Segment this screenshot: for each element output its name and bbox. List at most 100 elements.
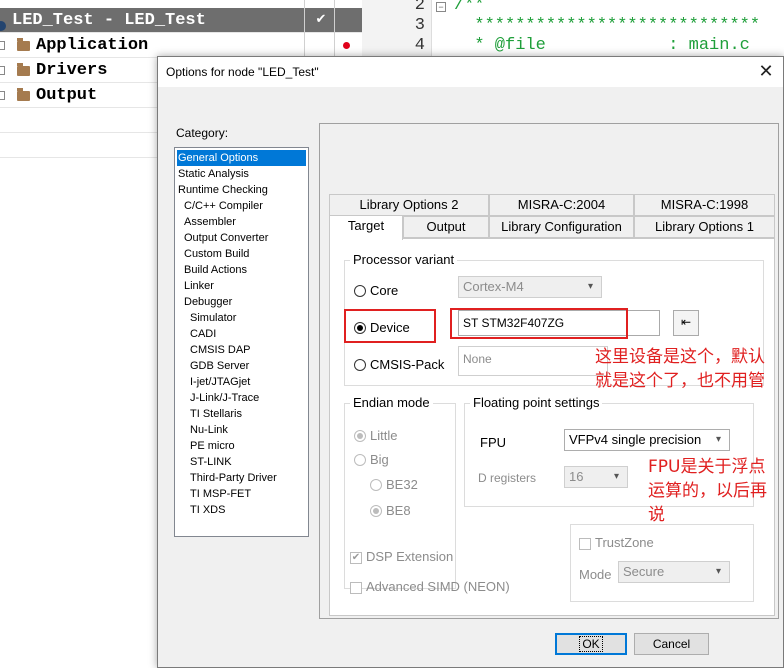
- ok-button[interactable]: OK: [555, 633, 627, 655]
- fpu-select[interactable]: VFPv4 single precision ▾: [564, 429, 730, 451]
- trustzone-label: TrustZone: [595, 535, 654, 550]
- category-item[interactable]: CADI: [189, 326, 217, 342]
- d-registers-select[interactable]: 16 ▾: [564, 466, 628, 488]
- cmsis-pack-field[interactable]: None: [458, 346, 608, 376]
- category-item[interactable]: Output Converter: [183, 230, 269, 246]
- target-page: Processor variant Core Cortex-M4 ▾ Devic…: [329, 238, 775, 616]
- category-item[interactable]: Runtime Checking: [177, 182, 269, 198]
- category-item[interactable]: Static Analysis: [177, 166, 250, 182]
- tab-library-configuration[interactable]: Library Configuration: [489, 216, 634, 238]
- group-title: Endian mode: [350, 395, 433, 410]
- category-item[interactable]: Assembler: [183, 214, 237, 230]
- code-line: /**: [454, 0, 485, 15]
- fold-icon[interactable]: −: [436, 2, 446, 12]
- category-item[interactable]: ST-LINK: [189, 454, 233, 470]
- tree-row-project[interactable]: LED_Test - LED_Test ✔: [0, 8, 362, 33]
- core-label: Core: [370, 283, 399, 298]
- advanced-simd-checkbox[interactable]: [350, 582, 362, 594]
- little-endian-radio[interactable]: [354, 430, 366, 442]
- tab-output[interactable]: Output: [403, 216, 489, 238]
- big-endian-radio[interactable]: [354, 454, 366, 466]
- category-label: Category:: [176, 126, 229, 140]
- category-item[interactable]: Debugger: [183, 294, 233, 310]
- core-select[interactable]: Cortex-M4 ▾: [458, 276, 602, 298]
- cancel-button[interactable]: Cancel: [634, 633, 709, 655]
- category-item[interactable]: Nu-Link: [189, 422, 229, 438]
- tab-misra-1998[interactable]: MISRA-C:1998: [634, 194, 775, 216]
- tab-library-options-2[interactable]: Library Options 2: [329, 194, 489, 216]
- cmsis-pack-radio[interactable]: [354, 359, 366, 371]
- tree-row-application[interactable]: Application: [0, 33, 362, 58]
- category-item[interactable]: C/C++ Compiler: [183, 198, 264, 214]
- dialog-titlebar[interactable]: Options for node "LED_Test" ✕: [158, 57, 783, 87]
- category-list[interactable]: General Options Static Analysis Runtime …: [174, 147, 309, 537]
- line-number: 4: [414, 36, 425, 55]
- category-item[interactable]: TI XDS: [189, 502, 226, 518]
- device-picker-icon[interactable]: ⇤: [673, 310, 699, 336]
- folder-name: Application: [36, 36, 149, 55]
- folder-name: Drivers: [36, 61, 108, 80]
- tab-library-options-1[interactable]: Library Options 1: [634, 216, 775, 238]
- options-dialog: Options for node "LED_Test" ✕ Category: …: [157, 56, 784, 668]
- group-title: Processor variant: [350, 252, 458, 267]
- category-item[interactable]: TI Stellaris: [189, 406, 243, 422]
- category-item[interactable]: Third-Party Driver: [189, 470, 278, 486]
- d-registers-label: D registers: [478, 471, 537, 485]
- category-item[interactable]: Linker: [183, 278, 215, 294]
- expand-icon[interactable]: [0, 91, 5, 100]
- close-icon[interactable]: ✕: [749, 57, 783, 87]
- folder-icon: [17, 38, 30, 51]
- project-icon: [0, 21, 6, 31]
- cmsis-pack-value: None: [463, 352, 492, 366]
- project-name: LED_Test - LED_Test: [12, 11, 206, 30]
- tab-misra-2004[interactable]: MISRA-C:2004: [489, 194, 634, 216]
- category-item[interactable]: Custom Build: [183, 246, 250, 262]
- mode-label: Mode: [579, 567, 612, 582]
- category-item[interactable]: CMSIS DAP: [189, 342, 252, 358]
- chevron-down-icon: ▾: [587, 281, 593, 292]
- code-line: ****************************: [454, 16, 761, 35]
- be32-label: BE32: [386, 477, 418, 492]
- fpu-value: VFPv4 single precision: [569, 432, 702, 447]
- category-item[interactable]: Simulator: [189, 310, 237, 326]
- line-number: 3: [414, 16, 425, 35]
- category-item[interactable]: GDB Server: [189, 358, 250, 374]
- chevron-down-icon: ▾: [715, 566, 721, 577]
- big-endian-label: Big: [370, 452, 389, 467]
- modified-dot-icon: [343, 42, 350, 49]
- core-value: Cortex-M4: [463, 279, 524, 294]
- chevron-down-icon: ▾: [613, 471, 619, 482]
- category-item[interactable]: I-jet/JTAGjet: [189, 374, 251, 390]
- fpu-annotation: FPU是关于浮点运算的，以后再说: [648, 457, 767, 525]
- ok-label: OK: [579, 636, 603, 652]
- core-radio[interactable]: [354, 285, 366, 297]
- code-line: * @file : main.c: [454, 36, 750, 55]
- checkmark-icon: ✔: [315, 11, 327, 26]
- category-item[interactable]: TI MSP-FET: [189, 486, 252, 502]
- d-registers-value: 16: [569, 469, 584, 484]
- expand-icon[interactable]: [0, 66, 5, 75]
- cmsis-pack-label: CMSIS-Pack: [370, 357, 445, 372]
- device-annotation: 这里设备是这个，默认就是这个了，也不用管: [595, 347, 765, 391]
- group-title: Floating point settings: [470, 395, 603, 410]
- expand-icon[interactable]: [0, 41, 5, 50]
- be32-radio[interactable]: [370, 479, 382, 491]
- device-highlight-box: [344, 309, 436, 343]
- little-endian-label: Little: [370, 428, 398, 443]
- category-item[interactable]: J-Link/J-Trace: [189, 390, 260, 406]
- folder-icon: [17, 63, 30, 76]
- dialog-title: Options for node "LED_Test": [166, 65, 319, 79]
- trustzone-checkbox[interactable]: [579, 538, 591, 550]
- dsp-extension-checkbox[interactable]: ✔: [350, 552, 362, 564]
- mode-select[interactable]: Secure ▾: [618, 561, 730, 583]
- dsp-extension-label: DSP Extension: [366, 549, 454, 564]
- mode-value: Secure: [623, 564, 665, 579]
- category-item[interactable]: General Options: [177, 150, 306, 166]
- be8-radio[interactable]: [370, 505, 382, 517]
- category-item[interactable]: Build Actions: [183, 262, 248, 278]
- folder-icon: [17, 88, 30, 101]
- category-item[interactable]: PE micro: [189, 438, 236, 454]
- device-value-highlight-box: [450, 308, 628, 339]
- fpu-label: FPU: [480, 435, 506, 450]
- tab-target[interactable]: Target: [329, 215, 403, 240]
